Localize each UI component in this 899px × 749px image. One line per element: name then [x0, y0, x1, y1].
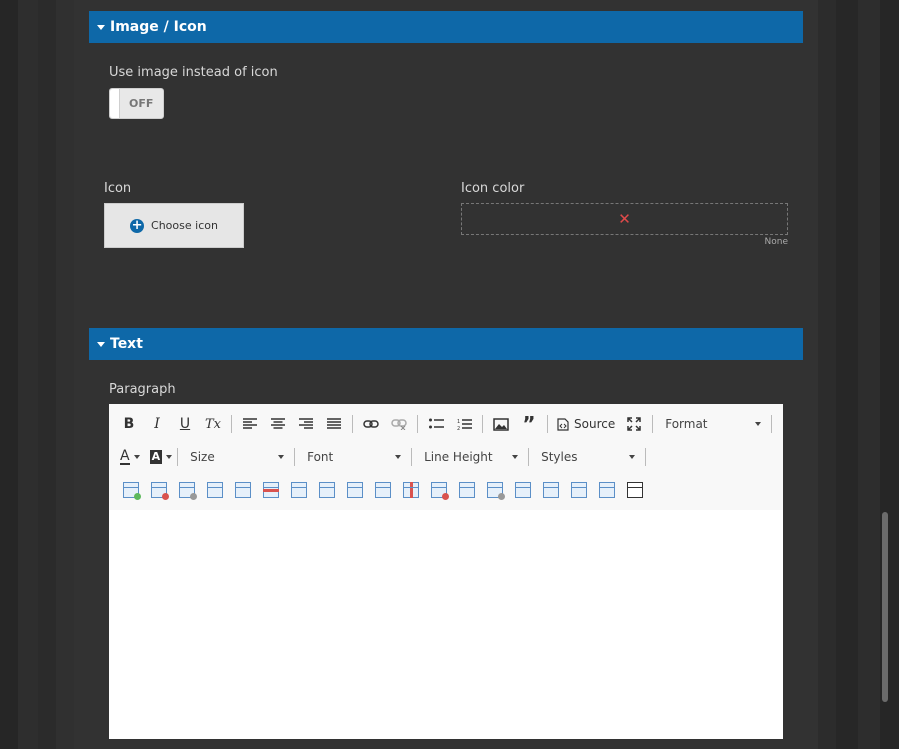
toggle-state-text: OFF — [129, 97, 154, 110]
align-right-icon[interactable] — [294, 412, 318, 436]
table-row-props-icon[interactable] — [571, 482, 587, 498]
background-color-button[interactable]: A — [147, 445, 176, 469]
table-column-props-icon[interactable] — [599, 482, 615, 498]
svg-text:2: 2 — [457, 426, 460, 431]
unlink-icon[interactable] — [387, 412, 411, 436]
toggle-knob — [110, 89, 120, 118]
styles-dropdown[interactable]: Styles — [535, 446, 641, 468]
numbered-list-icon[interactable]: 12 — [452, 412, 476, 436]
paragraph-label: Paragraph — [109, 382, 176, 397]
insert-row-after-icon[interactable] — [235, 482, 251, 498]
editor-content-area[interactable] — [109, 510, 783, 739]
align-center-icon[interactable] — [266, 412, 290, 436]
line-height-dropdown[interactable]: Line Height — [418, 446, 524, 468]
choose-icon-label: Choose icon — [151, 219, 218, 232]
align-justify-icon[interactable] — [322, 412, 346, 436]
format-label: Format — [665, 417, 708, 431]
choose-icon-button[interactable]: + Choose icon — [104, 203, 244, 248]
font-label: Font — [307, 450, 334, 464]
underline-button[interactable]: U — [173, 412, 197, 436]
caret-down-icon — [97, 25, 105, 30]
styles-label: Styles — [541, 450, 578, 464]
section-title: Text — [110, 336, 143, 352]
image-icon[interactable] — [489, 412, 513, 436]
delete-column-icon[interactable] — [403, 482, 419, 498]
rich-text-editor: B I U Tx 1 2 ” Source Format A A Size Fo… — [109, 404, 783, 739]
format-dropdown[interactable]: Format — [659, 413, 767, 435]
bold-button[interactable]: B — [117, 412, 141, 436]
chevron-down-icon — [278, 455, 285, 459]
chevron-down-icon — [166, 455, 173, 459]
icon-color-picker[interactable]: ✕ — [461, 203, 788, 235]
toolbar-row-1: B I U Tx 1 2 ” Source Format — [117, 411, 778, 437]
svg-text:1: 1 — [457, 419, 460, 425]
toolbar-row-2: A A Size Font Line Height Styles — [117, 444, 652, 470]
bulleted-list-icon[interactable] — [424, 412, 448, 436]
insert-column-before-icon[interactable] — [291, 482, 307, 498]
clear-color-icon: ✕ — [618, 210, 631, 228]
font-dropdown[interactable]: Font — [301, 446, 407, 468]
icon-color-label: Icon color — [461, 181, 525, 196]
insert-column-after-icon[interactable] — [319, 482, 335, 498]
insert-row-before-icon[interactable] — [207, 482, 223, 498]
text-color-button[interactable]: A — [117, 445, 143, 469]
blockquote-icon[interactable]: ” — [517, 412, 541, 436]
chevron-down-icon — [512, 455, 519, 459]
split-cell-horizontal-icon[interactable] — [515, 482, 531, 498]
size-dropdown[interactable]: Size — [184, 446, 290, 468]
remove-format-button[interactable]: Tx — [201, 412, 225, 436]
text-color-icon: A — [120, 448, 130, 465]
split-cell-vertical-icon[interactable] — [543, 482, 559, 498]
source-button[interactable]: Source — [554, 412, 618, 436]
italic-button[interactable]: I — [145, 412, 169, 436]
use-image-label: Use image instead of icon — [109, 65, 278, 80]
link-icon[interactable] — [359, 412, 383, 436]
source-label: Source — [574, 417, 616, 431]
delete-table-icon[interactable] — [151, 482, 169, 500]
section-header-text[interactable]: Text — [89, 328, 803, 360]
section-title: Image / Icon — [110, 19, 207, 35]
delete-cell-icon[interactable] — [431, 482, 449, 500]
delete-row-icon[interactable] — [263, 482, 279, 498]
background-color-icon: A — [149, 450, 163, 464]
insert-table-icon[interactable] — [123, 482, 141, 500]
align-left-icon[interactable] — [238, 412, 262, 436]
chevron-down-icon — [133, 455, 140, 459]
plus-circle-icon: + — [130, 217, 145, 233]
chevron-down-icon — [629, 455, 636, 459]
caret-down-icon — [97, 342, 105, 347]
chevron-down-icon — [755, 422, 762, 426]
editor-toolbar: B I U Tx 1 2 ” Source Format A A Size Fo… — [109, 404, 783, 510]
scrollbar-thumb[interactable] — [882, 512, 888, 702]
cell-properties-icon[interactable] — [487, 482, 505, 500]
toolbar-row-3 — [117, 477, 649, 503]
icon-label: Icon — [104, 181, 132, 196]
maximize-icon[interactable] — [622, 412, 646, 436]
line-height-label: Line Height — [424, 450, 493, 464]
use-image-toggle[interactable]: OFF — [109, 88, 164, 119]
table-icon[interactable] — [627, 482, 643, 498]
move-column-right-icon[interactable] — [375, 482, 391, 498]
move-column-left-icon[interactable] — [347, 482, 363, 498]
merge-cells-icon[interactable] — [459, 482, 475, 498]
icon-color-value: None — [764, 237, 788, 247]
size-label: Size — [190, 450, 215, 464]
section-header-image-icon[interactable]: Image / Icon — [89, 11, 803, 43]
chevron-down-icon — [395, 455, 402, 459]
table-properties-icon[interactable] — [179, 482, 197, 500]
